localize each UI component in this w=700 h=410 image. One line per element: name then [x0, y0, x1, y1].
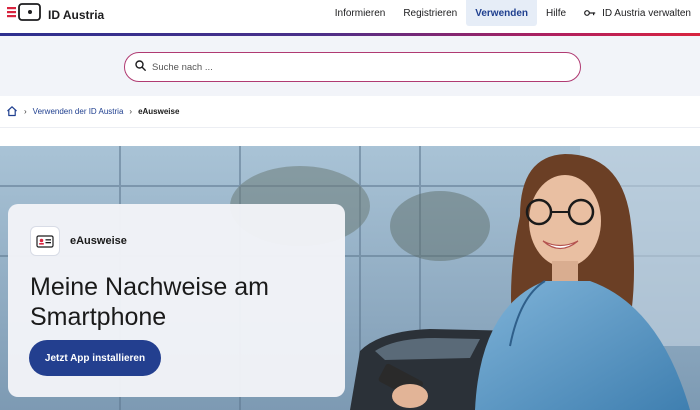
site-header: ID Austria Informieren Registrieren Verw… [0, 0, 700, 33]
key-icon [584, 9, 596, 17]
hero-title: Meine Nachweise am Smartphone [30, 273, 269, 331]
hero-card: eAusweise Meine Nachweise am Smartphone … [8, 204, 345, 397]
hero-section: eAusweise Meine Nachweise am Smartphone … [0, 146, 700, 410]
nav-item-label: ID Austria verwalten [602, 7, 691, 19]
nav-item-verwenden[interactable]: Verwenden [466, 0, 538, 26]
search-input[interactable] [152, 61, 552, 73]
id-card-icon [30, 226, 60, 256]
id-austria-logo-icon [6, 2, 42, 27]
home-icon[interactable] [6, 105, 18, 119]
search-band [0, 36, 700, 96]
breadcrumb-current: eAusweise [138, 107, 180, 116]
nav-item-informieren[interactable]: Informieren [326, 0, 395, 26]
chevron-right-icon: › [24, 107, 27, 116]
badge-label: eAusweise [70, 235, 127, 247]
main-nav: Informieren Registrieren Verwenden Hilfe… [326, 0, 700, 26]
chevron-right-icon: › [129, 107, 133, 116]
logo-text: ID Austria [48, 7, 105, 22]
logo[interactable]: ID Austria [6, 2, 104, 27]
search-box[interactable] [124, 52, 581, 82]
nav-item-id-austria-verwalten[interactable]: ID Austria verwalten [575, 0, 700, 26]
nav-item-hilfe[interactable]: Hilfe [537, 0, 575, 26]
breadcrumb-link-verwenden[interactable]: Verwenden der ID Austria [33, 107, 124, 116]
install-app-button[interactable]: Jetzt App installieren [29, 340, 161, 376]
search-icon [135, 58, 146, 76]
nav-item-registrieren[interactable]: Registrieren [394, 0, 466, 26]
category-badge: eAusweise [30, 226, 127, 256]
breadcrumb: › Verwenden der ID Austria › eAusweise [0, 96, 700, 128]
